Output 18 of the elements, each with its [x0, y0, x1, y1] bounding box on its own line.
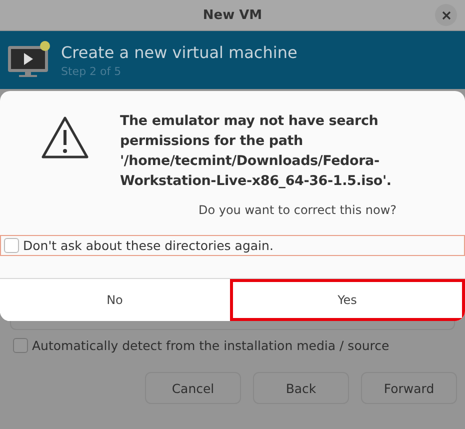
warning-message: The emulator may not have search permissions for the path '/home/tecmint/Downloads/Fedora-Workstation-Live-x86_64-36-1.5.iso'.	[120, 112, 392, 191]
checkbox[interactable]	[4, 238, 19, 253]
close-icon	[442, 10, 450, 20]
checkbox-label: Don't ask about these directories again.	[23, 238, 274, 253]
wizard-button[interactable]: Forward	[361, 372, 457, 404]
close-button[interactable]	[435, 4, 457, 26]
banner-title: Create a new virtual machine	[61, 42, 298, 62]
monitor-icon	[7, 40, 51, 80]
checkbox[interactable]	[13, 338, 28, 353]
dialog-button[interactable]: Yes	[230, 279, 465, 321]
wizard-button[interactable]: Cancel	[145, 372, 241, 404]
checkbox-label: Automatically detect from the installation media / source	[32, 338, 390, 353]
window-title: New VM	[202, 8, 262, 22]
step-label: Step 2 of 5	[61, 64, 122, 78]
dont-ask-checkbox-row[interactable]: Don't ask about these directories again.	[0, 235, 465, 256]
wizard-button[interactable]: Back	[253, 372, 349, 404]
warning-icon	[40, 115, 90, 160]
question-text: Do you want to correct this now?	[197, 202, 398, 219]
